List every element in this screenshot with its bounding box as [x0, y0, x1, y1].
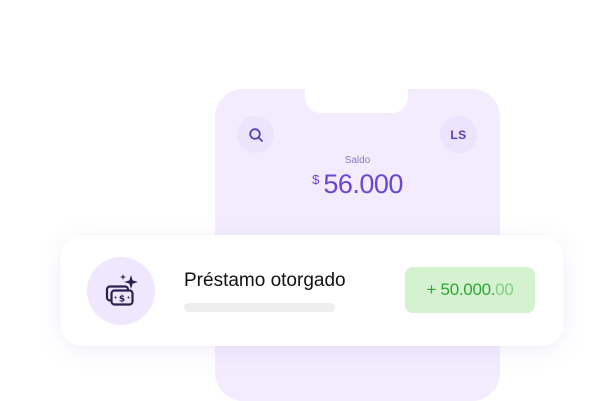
stage: LS Saldo $56.000 $ Préstamo otorgado + 5…	[0, 0, 600, 401]
search-button[interactable]	[237, 116, 274, 153]
transaction-card[interactable]: $ Préstamo otorgado + 50.000. 00	[60, 235, 564, 346]
transaction-amount: + 50.000. 00	[405, 267, 535, 313]
svg-text:$: $	[119, 295, 125, 305]
money-sparkles-icon: $	[105, 274, 138, 306]
transaction-amount-main: + 50.000.	[426, 280, 496, 299]
phone-notch	[305, 89, 408, 113]
transaction-icon-badge: $	[87, 257, 155, 325]
transaction-amount-decimals: 00	[495, 280, 514, 299]
avatar-initials: LS	[450, 127, 467, 142]
balance-currency: $	[312, 172, 320, 187]
transaction-title: Préstamo otorgado	[184, 270, 346, 291]
search-icon	[248, 127, 263, 142]
avatar-button[interactable]: LS	[440, 116, 477, 153]
balance-amount: $56.000	[215, 169, 500, 200]
balance-value: 56.000	[323, 169, 403, 199]
transaction-subtitle-placeholder	[184, 303, 335, 312]
balance-label: Saldo	[344, 155, 371, 166]
